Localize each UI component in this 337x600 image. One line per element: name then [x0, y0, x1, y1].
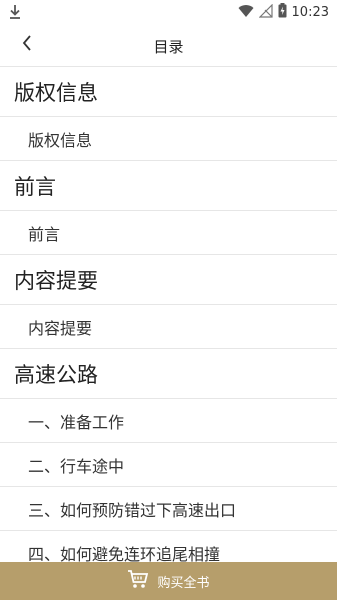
- toc-item[interactable]: 前言: [0, 211, 337, 255]
- no-signal-icon: [258, 3, 273, 22]
- buy-full-book-button[interactable]: 购买全书: [0, 562, 337, 600]
- table-of-contents: 版权信息 版权信息 前言 前言 内容提要 内容提要 高速公路 一、准备工作 二、…: [0, 66, 337, 575]
- toc-item-label: 前言: [14, 174, 56, 199]
- toc-item-label: 内容提要: [28, 318, 93, 338]
- toc-item-label: 三、如何预防错过下高速出口: [28, 500, 237, 520]
- app-bar: 目录: [0, 24, 337, 66]
- wifi-icon: [238, 3, 254, 22]
- toc-item-label: 四、如何避免连环追尾相撞: [28, 544, 221, 564]
- toc-item-label: 版权信息: [28, 130, 93, 150]
- toc-item-label: 版权信息: [14, 80, 98, 105]
- toc-item[interactable]: 前言: [0, 161, 337, 211]
- toc-item-label: 内容提要: [14, 268, 98, 293]
- battery-charging-icon: [278, 2, 287, 22]
- toc-item-label: 前言: [28, 224, 61, 244]
- toc-item[interactable]: 内容提要: [0, 255, 337, 305]
- toc-item[interactable]: 一、准备工作: [0, 399, 337, 443]
- clock: 10:23: [291, 4, 329, 20]
- download-icon: [8, 4, 22, 20]
- toc-item-label: 二、行车途中: [28, 456, 125, 476]
- status-bar: 10:23: [0, 0, 337, 24]
- buy-full-book-label: 购买全书: [157, 575, 210, 591]
- toc-item[interactable]: 版权信息: [0, 67, 337, 117]
- page-title: 目录: [153, 38, 184, 56]
- cart-icon: [127, 569, 149, 593]
- toc-item[interactable]: 内容提要: [0, 305, 337, 349]
- toc-item-label: 一、准备工作: [28, 412, 125, 432]
- toc-item[interactable]: 三、如何预防错过下高速出口: [0, 487, 337, 531]
- toc-item[interactable]: 高速公路: [0, 349, 337, 399]
- toc-item-label: 高速公路: [14, 362, 98, 387]
- toc-item[interactable]: 版权信息: [0, 117, 337, 161]
- toc-item[interactable]: 二、行车途中: [0, 443, 337, 487]
